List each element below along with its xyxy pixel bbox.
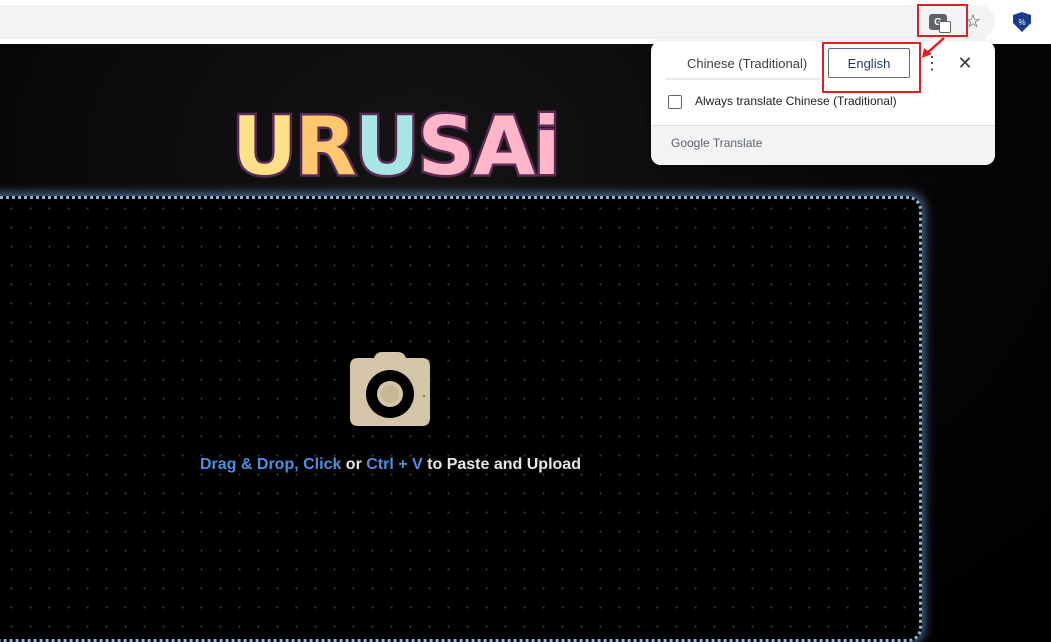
upload-drop-zone[interactable] bbox=[0, 196, 922, 642]
browser-toolbar: G ☆ % bbox=[0, 0, 1051, 44]
always-translate-checkbox[interactable] bbox=[668, 95, 682, 109]
logo-letter: i bbox=[531, 100, 564, 193]
upload-instructions: Drag & Drop, Click or Ctrl + V to Paste … bbox=[200, 456, 581, 473]
urusai-logo: URUSAi bbox=[230, 100, 564, 193]
translate-button-highlight bbox=[917, 4, 968, 37]
always-translate-label: Always translate Chinese (Traditional) bbox=[695, 94, 897, 108]
address-bar[interactable] bbox=[0, 5, 995, 39]
ctrl-v-hint: Ctrl + V bbox=[366, 456, 423, 473]
tab-underline bbox=[665, 78, 821, 80]
shield-icon: % bbox=[1013, 12, 1031, 32]
logo-letter: U bbox=[352, 100, 422, 193]
close-button[interactable]: ✕ bbox=[954, 52, 976, 74]
tab-source-language[interactable]: Chinese (Traditional) bbox=[687, 56, 807, 71]
camera-icon[interactable] bbox=[348, 350, 432, 426]
drag-drop-click-link[interactable]: Drag & Drop, Click bbox=[200, 456, 341, 473]
english-button-highlight bbox=[822, 42, 921, 93]
logo-letter: A bbox=[471, 100, 538, 193]
extension-button[interactable]: % bbox=[1010, 10, 1034, 34]
annotation-arrow bbox=[922, 37, 945, 58]
google-translate-brand: Google Translate bbox=[671, 136, 763, 150]
close-icon: ✕ bbox=[957, 52, 973, 73]
logo-letter: U bbox=[230, 100, 300, 193]
logo-letter: R bbox=[292, 100, 359, 193]
logo-letter: S bbox=[415, 100, 478, 193]
